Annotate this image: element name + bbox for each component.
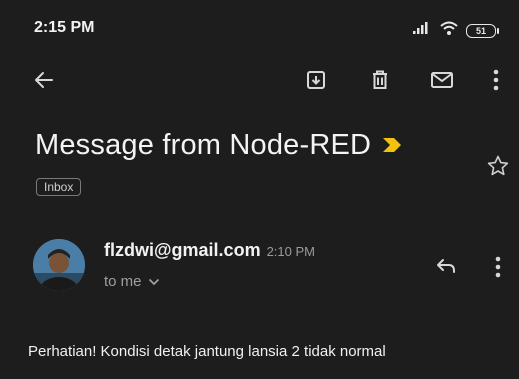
battery-icon: 51 — [466, 23, 499, 38]
status-time: 2:15 PM — [34, 19, 95, 36]
inbox-label-chip[interactable]: Inbox — [36, 178, 82, 196]
message-body: Perhatian! Kondisi detak jantung lansia … — [28, 343, 386, 360]
more-vert-icon[interactable] — [486, 64, 506, 96]
received-time: 2:10 PM — [266, 244, 315, 259]
delete-icon[interactable] — [364, 64, 396, 96]
mail-icon[interactable] — [425, 64, 459, 96]
wifi-icon — [439, 20, 459, 41]
subject-text: Message from Node-RED — [35, 129, 372, 161]
sender-line: flzdwi@gmail.com 2:10 PM — [104, 240, 315, 261]
back-arrow-icon[interactable] — [28, 64, 60, 96]
recipient-details[interactable]: to me — [104, 273, 160, 290]
avatar[interactable] — [33, 239, 85, 291]
status-icons: 51 — [412, 20, 499, 41]
recipient-label: to me — [104, 273, 142, 290]
signal-icon — [412, 21, 432, 40]
chevron-down-icon[interactable] — [148, 273, 160, 290]
sender-email[interactable]: flzdwi@gmail.com — [104, 240, 261, 260]
star-icon[interactable] — [484, 152, 512, 180]
message-more-icon[interactable] — [488, 253, 508, 281]
email-subject: Message from Node-RED — [35, 129, 403, 162]
importance-marker-icon[interactable] — [381, 129, 403, 162]
archive-icon[interactable] — [300, 64, 332, 96]
reply-icon[interactable] — [430, 252, 462, 280]
